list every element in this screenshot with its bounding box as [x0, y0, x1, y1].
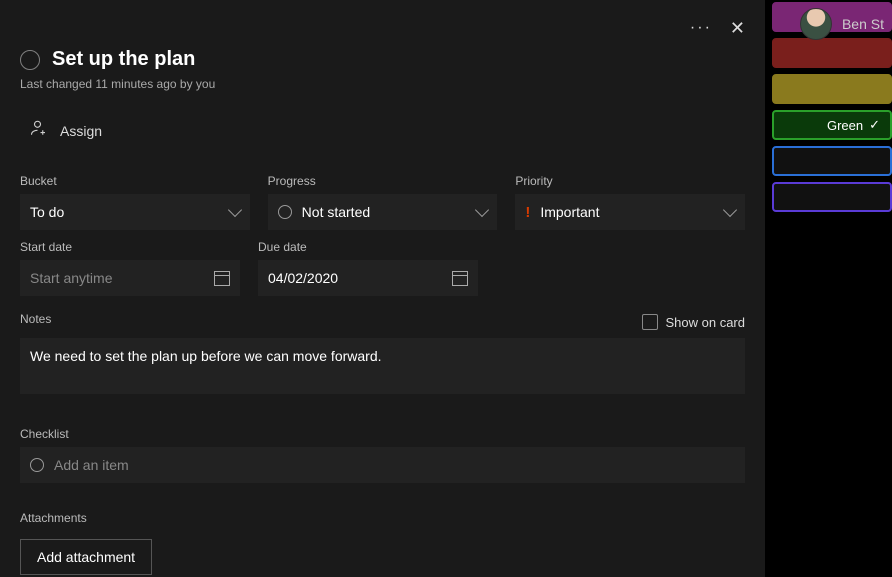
- bucket-value: To do: [30, 204, 64, 220]
- top-bar: Ben St: [792, 0, 892, 48]
- priority-select[interactable]: ! Important: [515, 194, 745, 230]
- priority-important-icon: !: [525, 204, 530, 221]
- assign-button[interactable]: Assign: [20, 115, 745, 146]
- label-swatch-yellow[interactable]: [772, 74, 892, 104]
- more-options-button[interactable]: ···: [690, 19, 712, 37]
- task-title[interactable]: Set up the plan: [52, 48, 195, 71]
- show-on-card-label: Show on card: [666, 315, 746, 330]
- start-date-input[interactable]: [30, 270, 214, 286]
- show-on-card-toggle[interactable]: Show on card: [642, 314, 746, 330]
- check-icon: ✓: [869, 117, 880, 133]
- calendar-icon: [452, 271, 468, 286]
- calendar-icon: [214, 271, 230, 286]
- priority-label: Priority: [515, 174, 745, 188]
- checklist-add-placeholder: Add an item: [54, 457, 129, 473]
- attachments-label: Attachments: [20, 511, 745, 525]
- notes-textarea[interactable]: [20, 338, 745, 394]
- start-date-label: Start date: [20, 240, 240, 254]
- progress-select[interactable]: Not started: [268, 194, 498, 230]
- user-name: Ben St: [842, 16, 884, 32]
- label-swatch-purple[interactable]: [772, 182, 892, 212]
- chevron-down-icon: [723, 203, 737, 217]
- chevron-down-icon: [475, 203, 489, 217]
- bucket-label: Bucket: [20, 174, 250, 188]
- label-swatch-green-text: Green: [827, 118, 863, 133]
- chevron-down-icon: [228, 203, 242, 217]
- not-started-icon: [278, 205, 292, 219]
- close-button[interactable]: ✕: [730, 18, 745, 39]
- start-date-field[interactable]: [20, 260, 240, 296]
- circle-icon: [30, 458, 44, 472]
- complete-toggle[interactable]: [20, 50, 40, 70]
- progress-value: Not started: [302, 204, 370, 220]
- avatar[interactable]: [800, 8, 832, 40]
- progress-label: Progress: [268, 174, 498, 188]
- priority-value: Important: [540, 204, 599, 220]
- due-date-input[interactable]: [268, 270, 452, 286]
- bucket-select[interactable]: To do: [20, 194, 250, 230]
- assign-label: Assign: [60, 123, 102, 139]
- task-pane: ··· ✕ Set up the plan Last changed 11 mi…: [0, 0, 765, 577]
- checkbox-icon: [642, 314, 658, 330]
- label-swatch-blue[interactable]: [772, 146, 892, 176]
- notes-label: Notes: [20, 312, 51, 326]
- label-swatch-green[interactable]: Green ✓: [772, 110, 892, 140]
- last-changed-text: Last changed 11 minutes ago by you: [20, 77, 745, 91]
- due-date-field[interactable]: [258, 260, 478, 296]
- person-add-icon: [30, 119, 48, 142]
- due-date-label: Due date: [258, 240, 478, 254]
- checklist-label: Checklist: [20, 427, 745, 441]
- add-attachment-button[interactable]: Add attachment: [20, 539, 152, 575]
- checklist-add-item[interactable]: Add an item: [20, 447, 745, 483]
